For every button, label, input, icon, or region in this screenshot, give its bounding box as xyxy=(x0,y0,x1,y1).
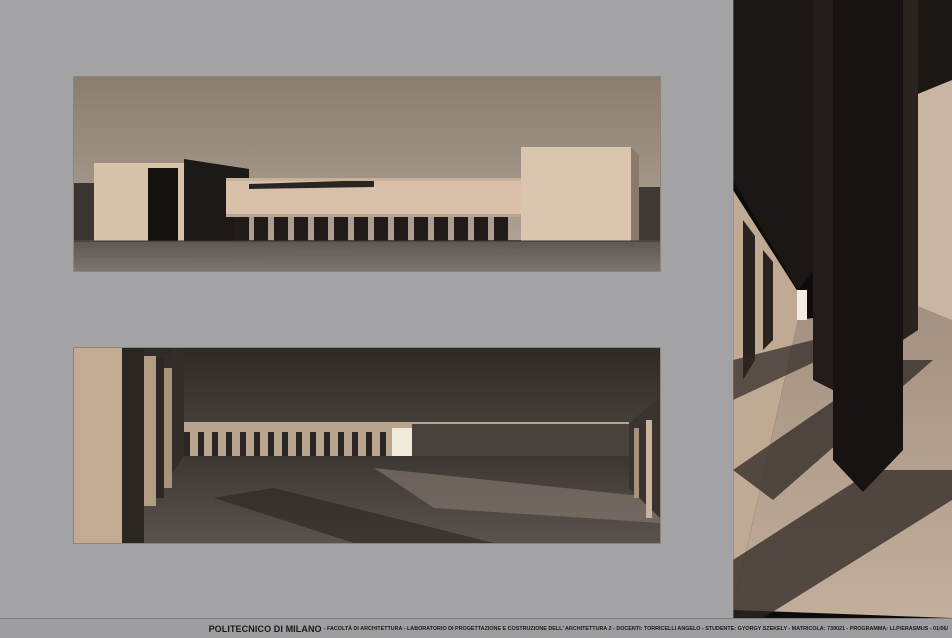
courtyard-render-image xyxy=(74,348,660,543)
exterior-render xyxy=(73,76,661,272)
project-details: - FACOLTÀ DI ARCHITETTURA - LABORATORIO … xyxy=(323,625,948,632)
presentation-board: POLITECNICO DI MILANO - FACOLTÀ DI ARCHI… xyxy=(0,0,952,638)
portico-render xyxy=(733,0,952,618)
exterior-render-image xyxy=(74,77,660,271)
portico-render-image xyxy=(733,0,952,618)
institution-name: POLITECNICO DI MILANO xyxy=(208,623,322,634)
title-block: POLITECNICO DI MILANO - FACOLTÀ DI ARCHI… xyxy=(0,618,952,638)
courtyard-render xyxy=(73,347,661,544)
